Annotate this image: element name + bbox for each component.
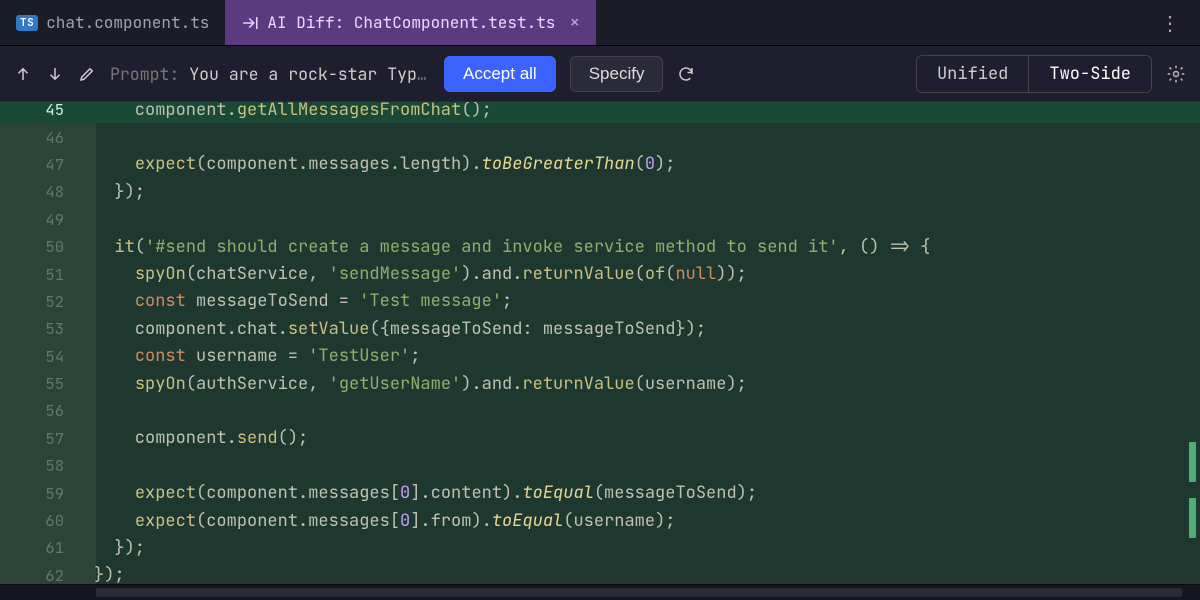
code-line[interactable]: 48 }); bbox=[0, 178, 1200, 205]
line-number: 51 bbox=[0, 264, 80, 285]
line-number: 58 bbox=[0, 455, 80, 476]
line-number: 57 bbox=[0, 428, 80, 449]
tab-label: AI Diff: ChatComponent.test.ts bbox=[267, 12, 555, 33]
more-icon[interactable]: ⋮ bbox=[1142, 10, 1200, 36]
two-side-option[interactable]: Two-Side bbox=[1028, 56, 1151, 92]
code-content: component.chat.setValue({messageToSend: … bbox=[80, 318, 706, 340]
code-content: expect(component.messages[0].content).to… bbox=[80, 482, 757, 504]
prompt-value: You are a rock-star TypeScrip… bbox=[189, 63, 430, 85]
tab-chat-component[interactable]: TS chat.component.ts bbox=[0, 0, 225, 45]
code-line[interactable]: 47 expect(component.messages.length).toB… bbox=[0, 151, 1200, 178]
code-content: spyOn(authService, 'getUserName').and.re… bbox=[80, 373, 747, 395]
view-mode-segment: Unified Two-Side bbox=[916, 55, 1152, 93]
line-number: 59 bbox=[0, 483, 80, 504]
line-number: 48 bbox=[0, 181, 80, 202]
code-content: component.send(); bbox=[80, 427, 308, 449]
line-number: 60 bbox=[0, 510, 80, 531]
prompt-label: Prompt: bbox=[110, 63, 179, 85]
code-line[interactable]: 59 expect(component.messages[0].content)… bbox=[0, 479, 1200, 506]
code-content: spyOn(chatService, 'sendMessage').and.re… bbox=[80, 263, 747, 285]
code-line[interactable]: 56 bbox=[0, 397, 1200, 424]
code-line[interactable]: 51 spyOn(chatService, 'sendMessage').and… bbox=[0, 260, 1200, 287]
code-line[interactable]: 52 const messageToSend = 'Test message'; bbox=[0, 288, 1200, 315]
code-line[interactable]: 53 component.chat.setValue({messageToSen… bbox=[0, 315, 1200, 342]
code-line[interactable]: 58 bbox=[0, 452, 1200, 479]
tab-ai-diff[interactable]: AI Diff: ChatComponent.test.ts × bbox=[225, 0, 596, 45]
arrow-up-icon[interactable] bbox=[14, 65, 32, 83]
line-number: 61 bbox=[0, 537, 80, 558]
line-number: 50 bbox=[0, 236, 80, 257]
unified-option[interactable]: Unified bbox=[917, 56, 1028, 92]
line-number: 55 bbox=[0, 373, 80, 394]
tab-bar: TS chat.component.ts AI Diff: ChatCompon… bbox=[0, 0, 1200, 46]
typescript-badge-icon: TS bbox=[16, 15, 38, 31]
arrow-down-icon[interactable] bbox=[46, 65, 64, 83]
code-content: it('#send should create a message and in… bbox=[80, 236, 930, 258]
code-content: expect(component.messages.length).toBeGr… bbox=[80, 153, 675, 175]
pencil-icon[interactable] bbox=[78, 65, 96, 83]
line-number: 47 bbox=[0, 154, 80, 175]
line-number: 52 bbox=[0, 291, 80, 312]
code-line[interactable]: 55 spyOn(authService, 'getUserName').and… bbox=[0, 370, 1200, 397]
code-line[interactable]: 61 }); bbox=[0, 534, 1200, 561]
line-number: 62 bbox=[0, 565, 80, 586]
tab-label: chat.component.ts bbox=[46, 12, 209, 33]
code-line[interactable]: 60 expect(component.messages[0].from).to… bbox=[0, 507, 1200, 534]
line-number: 53 bbox=[0, 318, 80, 339]
code-line[interactable]: 57 component.send(); bbox=[0, 425, 1200, 452]
refresh-icon[interactable] bbox=[677, 65, 695, 83]
diff-toolbar: Prompt: You are a rock-star TypeScrip… A… bbox=[0, 46, 1200, 102]
horizontal-scrollbar[interactable] bbox=[0, 584, 1200, 600]
code-content: }); bbox=[80, 181, 145, 203]
code-line[interactable]: 50 it('#send should create a message and… bbox=[0, 233, 1200, 260]
gear-icon[interactable] bbox=[1166, 64, 1186, 84]
code-line[interactable]: 49 bbox=[0, 206, 1200, 233]
line-number: 46 bbox=[0, 127, 80, 148]
code-content: const messageToSend = 'Test message'; bbox=[80, 290, 512, 312]
code-line[interactable]: 45 component.getAllMessagesFromChat(); bbox=[0, 102, 1200, 123]
accept-all-button[interactable]: Accept all bbox=[444, 56, 556, 92]
line-number: 54 bbox=[0, 346, 80, 367]
code-editor[interactable]: 45 component.getAllMessagesFromChat();46… bbox=[0, 102, 1200, 600]
close-icon[interactable]: × bbox=[569, 14, 580, 32]
code-content: expect(component.messages[0].from).toEqu… bbox=[80, 510, 675, 532]
line-number: 56 bbox=[0, 400, 80, 421]
line-number: 49 bbox=[0, 209, 80, 230]
ai-diff-icon bbox=[241, 14, 259, 32]
code-content: }); bbox=[80, 537, 145, 559]
scrollbar-thumb[interactable] bbox=[96, 588, 1182, 597]
code-line[interactable]: 46 bbox=[0, 123, 1200, 150]
line-number: 45 bbox=[0, 102, 80, 120]
code-content: const username = 'TestUser'; bbox=[80, 345, 420, 367]
code-lines: 45 component.getAllMessagesFromChat();46… bbox=[0, 102, 1200, 589]
specify-button[interactable]: Specify bbox=[570, 56, 664, 92]
code-line[interactable]: 54 const username = 'TestUser'; bbox=[0, 343, 1200, 370]
code-content: component.getAllMessagesFromChat(); bbox=[80, 102, 492, 121]
prompt-text: Prompt: You are a rock-star TypeScrip… bbox=[110, 63, 430, 85]
